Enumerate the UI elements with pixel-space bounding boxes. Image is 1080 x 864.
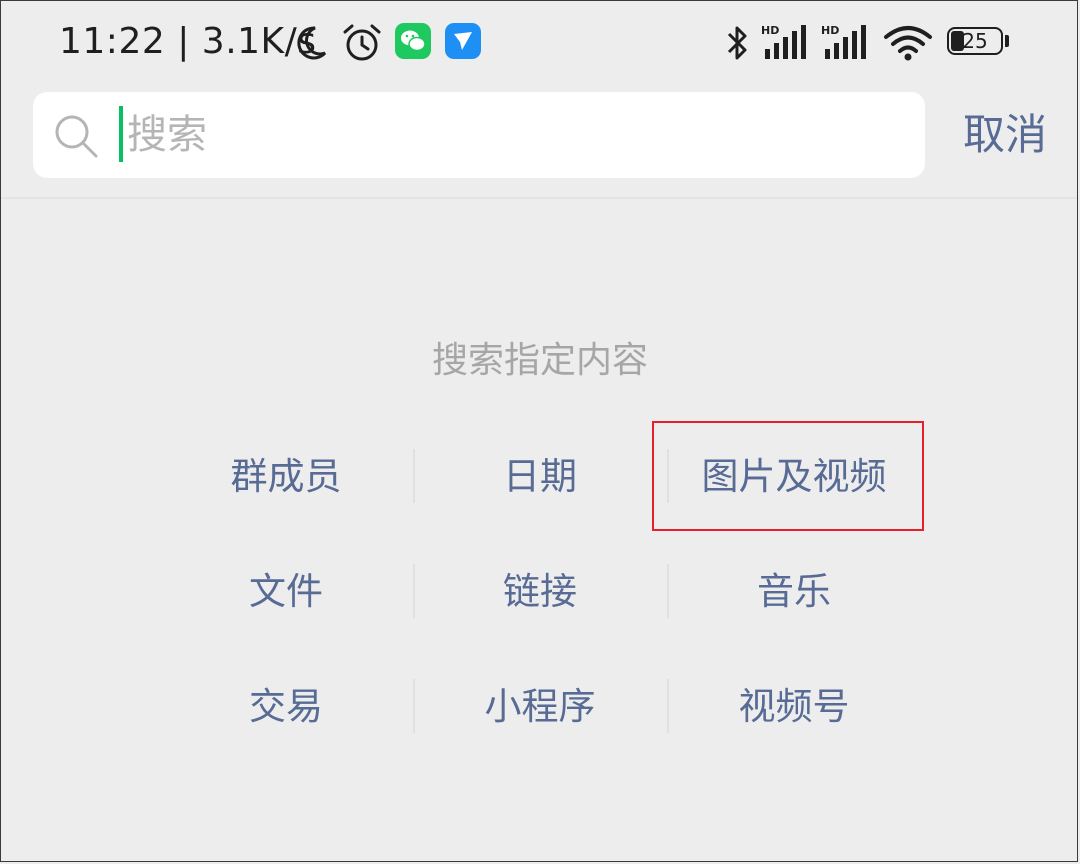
section-title: 搜索指定内容 bbox=[431, 340, 648, 381]
status-bar: 11:22 | 3.1K/s HD HD 25 bbox=[1, 1, 1077, 85]
category-files[interactable]: 文件 bbox=[159, 534, 413, 649]
category-transactions[interactable]: 交易 bbox=[159, 649, 413, 764]
search-screen: 11:22 | 3.1K/s HD HD 25 搜索 取消 搜索指定内容 群成员… bbox=[0, 0, 1078, 862]
status-separator: | bbox=[177, 21, 190, 62]
category-grid: 群成员 日期 图片及视频 文件 链接 音乐 交易 小程序 视频号 bbox=[159, 419, 921, 764]
wechat-icon bbox=[395, 23, 431, 59]
svg-text:HD: HD bbox=[821, 24, 839, 37]
moon-icon bbox=[297, 26, 327, 60]
signal-hd-icon: HD bbox=[821, 24, 866, 59]
battery-level: 25 bbox=[962, 29, 988, 53]
category-row: 群成员 日期 图片及视频 bbox=[159, 419, 921, 534]
category-music[interactable]: 音乐 bbox=[667, 534, 921, 649]
battery-tip bbox=[1005, 35, 1009, 47]
battery-icon: 25 bbox=[947, 27, 1009, 57]
bluetooth-icon bbox=[727, 26, 747, 60]
category-photos-videos[interactable]: 图片及视频 bbox=[667, 419, 921, 534]
search-icon bbox=[55, 115, 98, 158]
wifi-icon bbox=[884, 26, 932, 61]
category-mini-programs[interactable]: 小程序 bbox=[413, 649, 667, 764]
category-group-members[interactable]: 群成员 bbox=[159, 419, 413, 534]
category-row: 交易 小程序 视频号 bbox=[159, 649, 921, 764]
clock-text: 11:22 bbox=[59, 21, 166, 62]
cancel-button[interactable]: 取消 bbox=[955, 105, 1055, 165]
feishu-icon bbox=[445, 23, 481, 59]
signal-hd-icon: HD bbox=[761, 24, 806, 59]
search-bar[interactable] bbox=[33, 92, 925, 178]
category-row: 文件 链接 音乐 bbox=[159, 534, 921, 649]
alarm-icon bbox=[343, 24, 381, 61]
header-divider bbox=[1, 197, 1077, 199]
search-input[interactable] bbox=[127, 108, 887, 162]
category-links[interactable]: 链接 bbox=[413, 534, 667, 649]
status-time: 11:22 | 3.1K/s bbox=[59, 21, 317, 62]
svg-text:HD: HD bbox=[761, 24, 779, 37]
category-channels[interactable]: 视频号 bbox=[667, 649, 921, 764]
category-date[interactable]: 日期 bbox=[413, 419, 667, 534]
text-cursor bbox=[119, 106, 123, 162]
